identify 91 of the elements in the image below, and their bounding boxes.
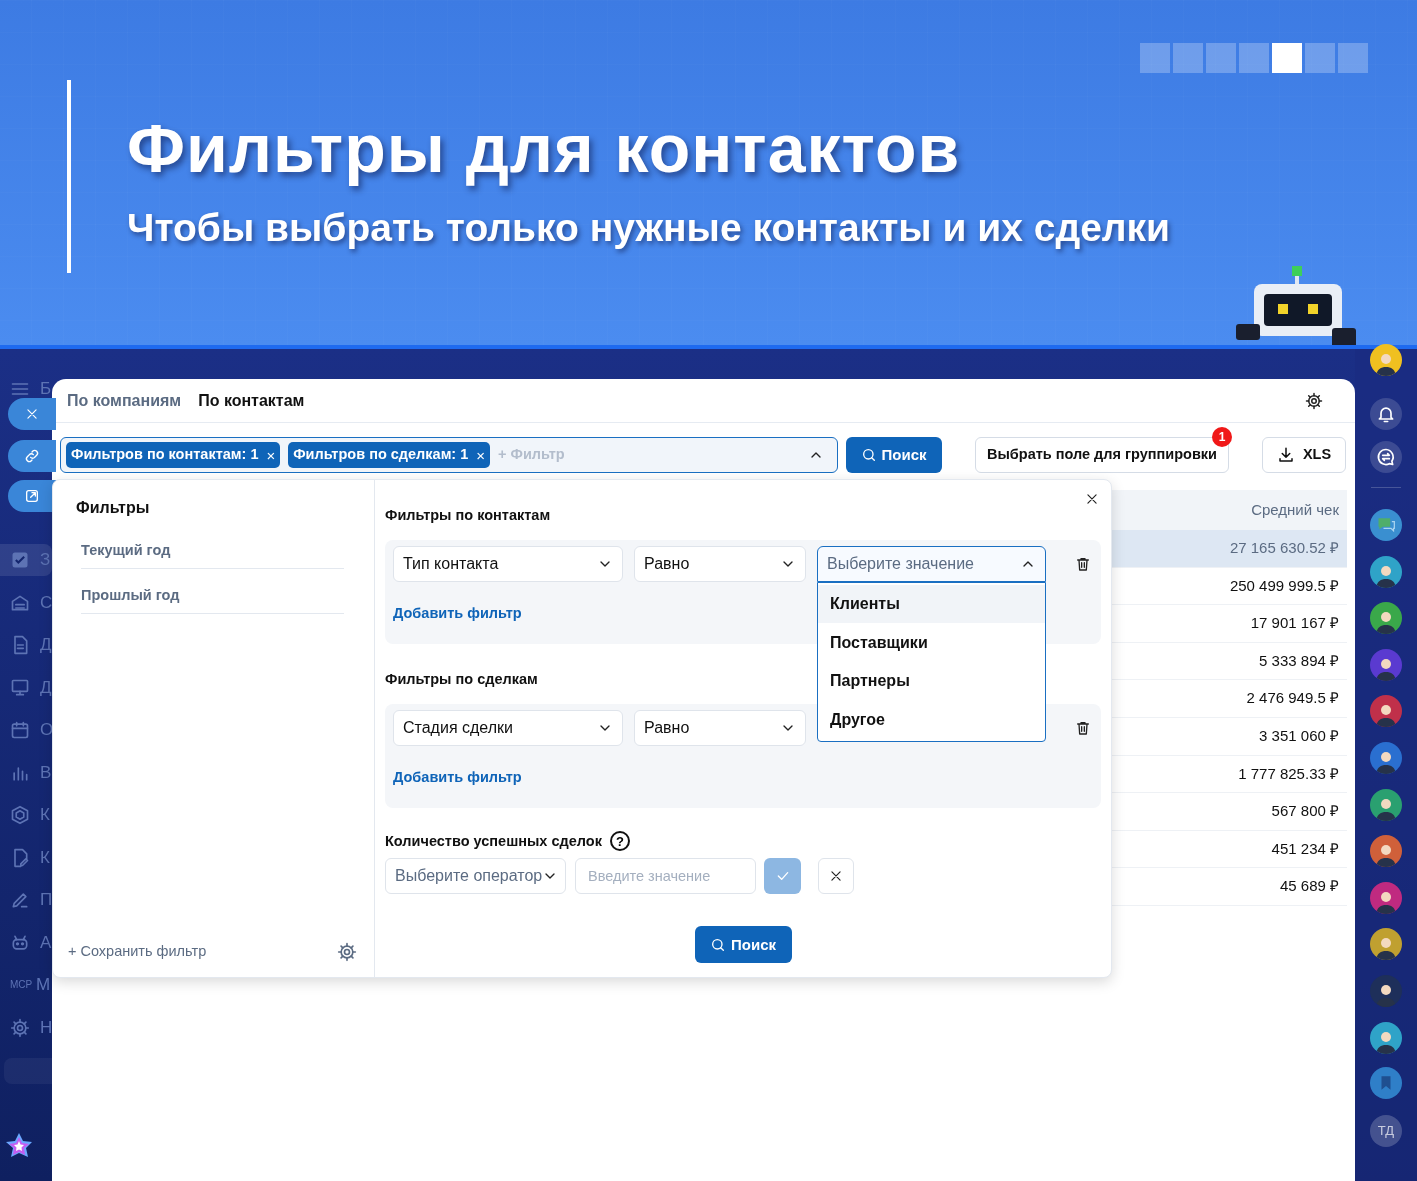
table-cell-text: 3 351 060 ₽: [1259, 726, 1340, 746]
chat-icon: [1376, 447, 1396, 467]
user-initials[interactable]: ТД: [1370, 1114, 1402, 1147]
calendar-icon: [10, 720, 30, 740]
table-cell-text: 2 476 949.5 ₽: [1246, 688, 1340, 709]
table-cell-text: 27 165 630.52 ₽: [1229, 538, 1340, 559]
field-label: Количество успешных сделок: [385, 831, 602, 851]
external-link-icon: [24, 488, 40, 504]
notifications-button[interactable]: [1370, 398, 1402, 430]
column-header: Средний чек: [1251, 499, 1340, 520]
contact-avatar[interactable]: [1370, 741, 1402, 774]
table-cell-text: 1 777 825.33 ₽: [1238, 763, 1340, 784]
contact-avatar[interactable]: [1370, 695, 1402, 728]
contact-avatar[interactable]: [1370, 1021, 1402, 1054]
section-title: Фильтры по сделкам: [385, 669, 538, 689]
search-button[interactable]: Поиск: [846, 437, 942, 473]
close-button[interactable]: [8, 398, 56, 430]
add-filter-link[interactable]: Добавить фильтр: [393, 766, 522, 789]
filter-chip[interactable]: Фильтров по контактам: 1 ×: [66, 442, 281, 468]
dropdown-option[interactable]: Партнеры: [818, 661, 1045, 701]
close-icon[interactable]: [1085, 492, 1099, 506]
nav-item[interactable]: Н: [0, 1011, 52, 1044]
remove-chip-button[interactable]: ×: [476, 447, 486, 463]
link-icon: [24, 448, 40, 464]
bookmark-button[interactable]: [1370, 1066, 1402, 1099]
chat-button[interactable]: [1370, 441, 1402, 473]
contact-avatar[interactable]: [1370, 835, 1402, 868]
help-icon[interactable]: ?: [609, 831, 630, 852]
table-cell-text: 451 234 ₽: [1271, 838, 1340, 859]
link-button[interactable]: [8, 440, 56, 472]
nav-item[interactable]: А: [0, 926, 52, 959]
banner-subtitle: Чтобы выбрать только нужные контакты и их сделки: [127, 206, 1171, 250]
operator-select[interactable]: Выберите оператор: [385, 858, 566, 895]
bell-icon: [1376, 404, 1396, 424]
table-cell-text: 250 499 999.5 ₽: [1229, 575, 1340, 596]
remove-chip-button[interactable]: ×: [266, 447, 276, 463]
user-avatar[interactable]: [1370, 344, 1402, 376]
download-icon: [1276, 446, 1295, 464]
search-button[interactable]: Поиск: [694, 926, 792, 964]
dropdown-option[interactable]: Другое: [818, 700, 1045, 739]
panel-title: Фильтры: [76, 498, 151, 518]
contact-avatar[interactable]: [1370, 881, 1402, 914]
close-icon: [25, 407, 39, 421]
hexagon-icon: [10, 805, 30, 825]
save-filter-button[interactable]: + Сохранить фильтр: [68, 941, 207, 963]
table-cell-text: 567 800 ₽: [1271, 801, 1340, 822]
close-icon: [829, 869, 843, 884]
table-cell-text: 17 901 167 ₽: [1250, 613, 1340, 634]
export-button[interactable]: XLS: [1262, 437, 1346, 473]
field-select[interactable]: Тип контакта: [393, 545, 623, 582]
presentation-icon: [10, 677, 30, 698]
contact-avatar[interactable]: [1370, 555, 1402, 588]
settings-icon[interactable]: [1305, 391, 1323, 410]
dropdown-option[interactable]: Клиенты: [818, 584, 1045, 624]
preset-item[interactable]: Текущий год: [81, 534, 344, 569]
banner-title: Фильтры для контактов: [127, 109, 962, 188]
search-icon: [710, 936, 726, 953]
mcp-icon-label: MCP: [10, 978, 32, 992]
operator-select[interactable]: Равно: [634, 545, 806, 582]
nav-item[interactable]: MCP М: [0, 969, 52, 1001]
operator-select[interactable]: Равно: [634, 709, 806, 746]
checkbox-icon: [10, 550, 30, 570]
table-cell-text: 5 333 894 ₽: [1259, 650, 1340, 671]
trash-icon[interactable]: [1075, 719, 1091, 736]
messages-button[interactable]: [1370, 509, 1402, 541]
nav-pill: [4, 1057, 52, 1084]
preset-item[interactable]: Прошлый год: [81, 578, 344, 614]
nav-label: Б: [40, 379, 52, 399]
tab[interactable]: По контактам: [198, 388, 305, 413]
filter-chip[interactable]: Фильтров по сделкам: 1 ×: [288, 442, 491, 468]
contact-avatar[interactable]: [1370, 928, 1402, 961]
section-title: Фильтры по контактам: [385, 506, 551, 525]
table-cell-text: 45 689 ₽: [1279, 876, 1340, 897]
pen-icon: [10, 890, 30, 910]
contact-avatar[interactable]: [1370, 788, 1402, 821]
field-select[interactable]: Стадия сделки: [393, 709, 623, 746]
dropdown-option[interactable]: Поставщики: [818, 623, 1045, 662]
gear-icon: [10, 1017, 30, 1038]
contact-avatar[interactable]: [1370, 974, 1402, 1007]
filter-placeholder: + Фильтр: [498, 445, 565, 465]
contact-avatar[interactable]: [1370, 602, 1402, 635]
filter-field[interactable]: Фильтров по контактам: 1 × Фильтров по сделкам: 1 × + Фильтр: [60, 437, 838, 473]
search-icon: [861, 447, 878, 463]
contact-avatar[interactable]: [1370, 648, 1402, 681]
speech-bubbles-icon: [1376, 515, 1396, 535]
tab[interactable]: По компаниям: [67, 388, 182, 413]
add-filter-link[interactable]: Добавить фильтр: [393, 602, 522, 625]
value-input[interactable]: Введите значение: [575, 858, 756, 895]
trash-icon[interactable]: [1075, 555, 1091, 572]
external-link-button[interactable]: [8, 480, 56, 512]
notification-badge: 1: [1212, 427, 1232, 447]
